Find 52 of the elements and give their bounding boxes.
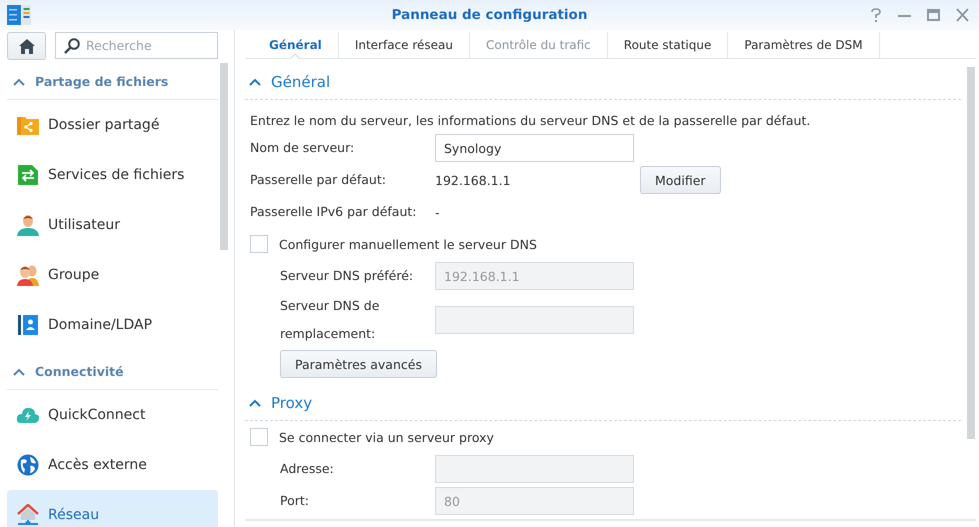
field-label: Nom de serveur: (250, 139, 356, 157)
field-label: Port: (280, 492, 310, 510)
modify-button[interactable]: Modifier (640, 166, 721, 194)
checkbox[interactable] (250, 235, 268, 253)
sidebar-item[interactable]: Dossier partagé (7, 100, 218, 150)
cloud-icon (16, 405, 40, 425)
field-label: Passerelle IPv6 par défaut: (250, 203, 418, 221)
search-icon (64, 38, 80, 54)
scrollbar[interactable] (967, 67, 975, 439)
globe-icon (17, 454, 39, 476)
group-icon (17, 264, 39, 286)
section-title[interactable]: Général (271, 73, 330, 91)
sidebar-item[interactable]: Réseau (7, 490, 218, 527)
tab[interactable]: Interface réseau (338, 32, 470, 58)
user-icon (17, 214, 39, 236)
advanced-settings-button[interactable]: Paramètres avancés (280, 350, 437, 378)
scrollbar[interactable] (220, 63, 228, 250)
checkbox-label[interactable]: Configurer manuellement le serveur DNS (279, 236, 537, 252)
tab[interactable]: Route statique (608, 32, 728, 58)
sidebar-item[interactable]: Accès externe (7, 440, 218, 490)
sidebar-item[interactable]: Groupe (7, 250, 218, 300)
window-title: Panneau de configuration (392, 7, 588, 23)
checkbox[interactable] (250, 428, 268, 446)
tab[interactable]: Général (253, 32, 339, 58)
home-button[interactable] (7, 32, 46, 60)
close-icon[interactable] (956, 8, 969, 22)
search-field[interactable]: Recherche (55, 32, 218, 59)
tab[interactable]: Paramètres de DSM (728, 32, 880, 58)
sidebar-section-title[interactable]: Connectivité (35, 364, 124, 379)
field-label: Passerelle par défaut: (250, 171, 387, 189)
field-value: - (435, 204, 441, 220)
directory-icon (17, 314, 39, 336)
checkbox-label[interactable]: Se connecter via un serveur proxy (279, 430, 494, 444)
file-transfer-icon (17, 164, 39, 186)
app-logo-icon (7, 5, 31, 25)
maximize-icon[interactable] (927, 8, 940, 22)
input-field[interactable]: Synology (435, 134, 634, 162)
sidebar-item[interactable]: QuickConnect (7, 390, 218, 440)
field-label: Serveur DNS préféré: (280, 267, 414, 285)
sidebar-item[interactable]: Domaine/LDAP (7, 300, 218, 350)
house-network-icon (16, 504, 40, 526)
field-value: 192.168.1.1 (435, 172, 512, 188)
help-icon[interactable] (870, 8, 882, 22)
field-label: Adresse: (280, 460, 335, 478)
section-title[interactable]: Proxy (271, 394, 312, 412)
shared-folder-icon (17, 114, 39, 136)
home-icon (18, 38, 34, 54)
sidebar-item[interactable]: Services de fichiers (7, 150, 218, 200)
field-label: Serveur DNS de remplacement: (280, 297, 380, 343)
sidebar-item[interactable]: Utilisateur (7, 200, 218, 250)
sidebar-section-title[interactable]: Partage de fichiers (35, 74, 168, 89)
description-text: Entrez le nom du serveur, les informations du serveur DNS et de la passerelle par défaut. (249, 112, 812, 130)
